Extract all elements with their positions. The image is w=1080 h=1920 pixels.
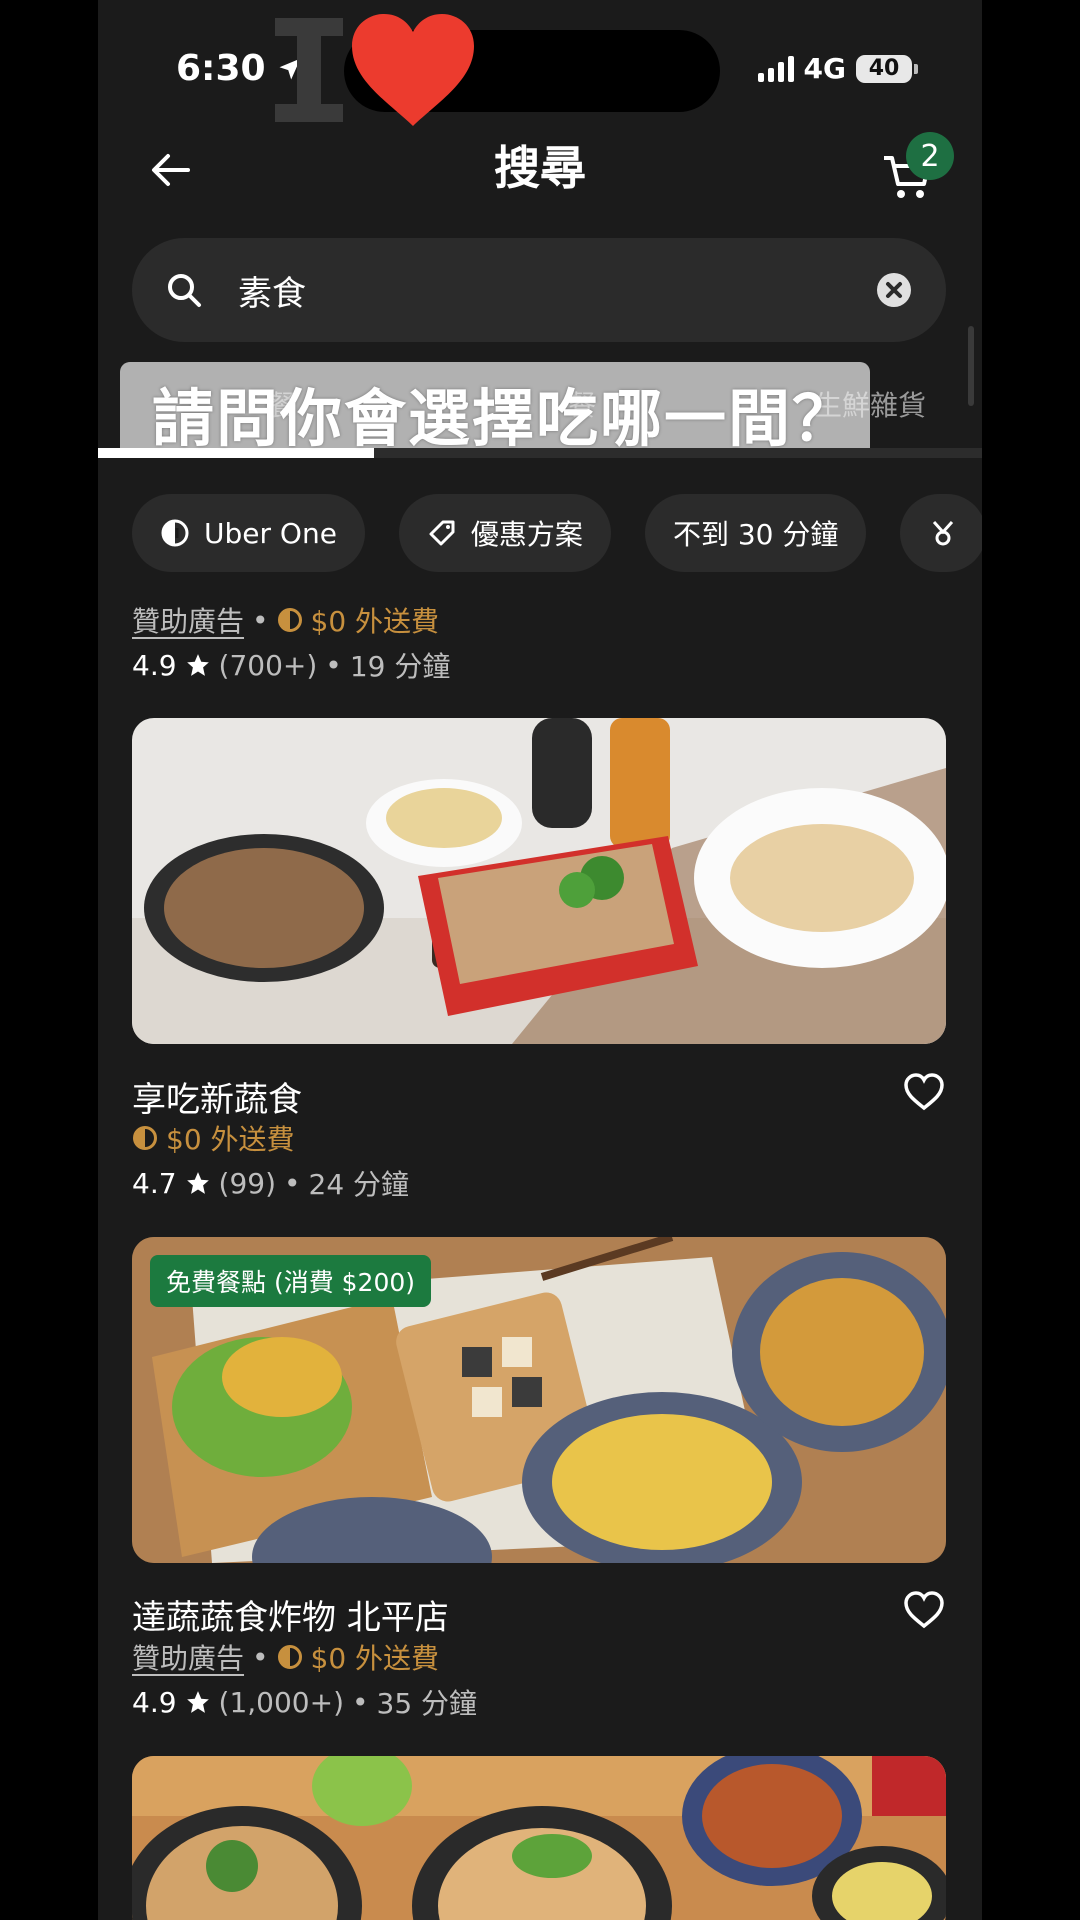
filter-deals[interactable]: 優惠方案 (398, 494, 611, 572)
store-rating-line: 4.9 (1,000+) • 35 分鐘 (132, 1682, 477, 1722)
store-meta-line: 贊助廣告 • $0 外送費 (132, 1637, 439, 1677)
sponsored-label[interactable]: 贊助廣告 (132, 1637, 244, 1677)
rating-value: 4.9 (132, 1685, 177, 1719)
network-label: 4G (803, 52, 846, 85)
rating-value: 4.9 (132, 648, 177, 682)
filter-label: 優惠方案 (470, 518, 583, 551)
status-indicators: 4G 40 (757, 52, 918, 85)
separator: • (284, 1166, 301, 1200)
uber-one-icon (277, 608, 302, 632)
delivery-eta: 35 分鐘 (376, 1687, 478, 1720)
delivery-fee-text: $0 外送費 (166, 1123, 295, 1156)
store-name[interactable]: 達蔬蔬食炸物 北平店 (132, 1590, 449, 1639)
filter-label: Uber One (204, 516, 337, 550)
star-icon (186, 654, 209, 676)
store-rating-line: 4.9 (700+) • 19 分鐘 (132, 645, 450, 685)
separator: • (352, 1685, 369, 1719)
food-photo-image (132, 718, 946, 1044)
page-title: 搜尋 (494, 141, 586, 195)
letter-i-sticker (275, 18, 343, 122)
delivery-fee: $0 外送費 (132, 1118, 295, 1158)
clock-text: 6:30 (176, 48, 266, 89)
star-icon (186, 1691, 209, 1713)
delivery-eta: 24 分鐘 (308, 1168, 410, 1201)
search-icon (168, 274, 201, 307)
tag-icon (429, 520, 455, 546)
clear-search-icon[interactable] (876, 272, 912, 308)
sponsored-label[interactable]: 贊助廣告 (132, 600, 244, 640)
filter-under-30-min[interactable]: 不到 30 分鐘 (644, 494, 867, 572)
review-count: (1,000+) (218, 1685, 344, 1719)
store-image[interactable] (132, 718, 946, 1044)
app-screen: 6:30 4G 40 搜尋 2 餐 餐 (98, 0, 982, 1920)
delivery-eta: 19 分鐘 (349, 650, 451, 683)
search-bar[interactable] (132, 238, 946, 342)
caption-text: 請問你會選擇吃哪一間？ (152, 382, 857, 455)
promo-badge: 免費餐點 (消費 $200) (150, 1255, 432, 1307)
filter-label: 不到 30 分鐘 (672, 518, 839, 551)
uber-one-icon (277, 1645, 302, 1669)
delivery-fee-text: $0 外送費 (310, 1642, 440, 1675)
battery-icon: 40 (856, 54, 918, 83)
store-rating-line: 4.7 (99) • 24 分鐘 (132, 1163, 409, 1203)
uber-one-icon (133, 1126, 157, 1150)
dietary-icon (933, 520, 954, 546)
delivery-fee-text: $0 外送費 (310, 605, 440, 638)
review-count: (99) (218, 1166, 277, 1200)
uber-one-icon (161, 519, 189, 547)
star-icon (186, 1172, 209, 1194)
food-photo-image (132, 1756, 946, 1920)
scroll-indicator (968, 326, 974, 406)
separator: • (252, 1640, 269, 1674)
review-count: (700+) (218, 648, 318, 682)
delivery-fee: $0 外送費 (277, 1637, 440, 1677)
delivery-fee: $0 外送費 (277, 600, 440, 640)
favorite-heart-icon[interactable] (902, 1590, 946, 1630)
store-image[interactable] (132, 1756, 946, 1920)
store-image[interactable]: 免費餐點 (消費 $200) (132, 1237, 946, 1563)
store-meta-line: 贊助廣告 • $0 外送費 (132, 600, 439, 640)
store-meta-line: $0 外送費 (132, 1118, 295, 1158)
store-name[interactable]: 享吃新蔬食 (132, 1072, 302, 1121)
search-input[interactable] (238, 264, 838, 316)
battery-level: 40 (868, 56, 900, 81)
separator: • (325, 648, 342, 682)
cart-count-badge[interactable]: 2 (906, 132, 954, 180)
rating-value: 4.7 (132, 1166, 177, 1200)
favorite-heart-icon[interactable] (902, 1072, 946, 1112)
filter-dietary[interactable] (900, 494, 982, 572)
filter-chips: Uber One 優惠方案 不到 30 分鐘 (132, 494, 982, 572)
filter-uber-one[interactable]: Uber One (132, 494, 365, 572)
heart-sticker-icon (352, 14, 474, 126)
signal-icon (757, 55, 794, 82)
separator: • (252, 603, 269, 637)
